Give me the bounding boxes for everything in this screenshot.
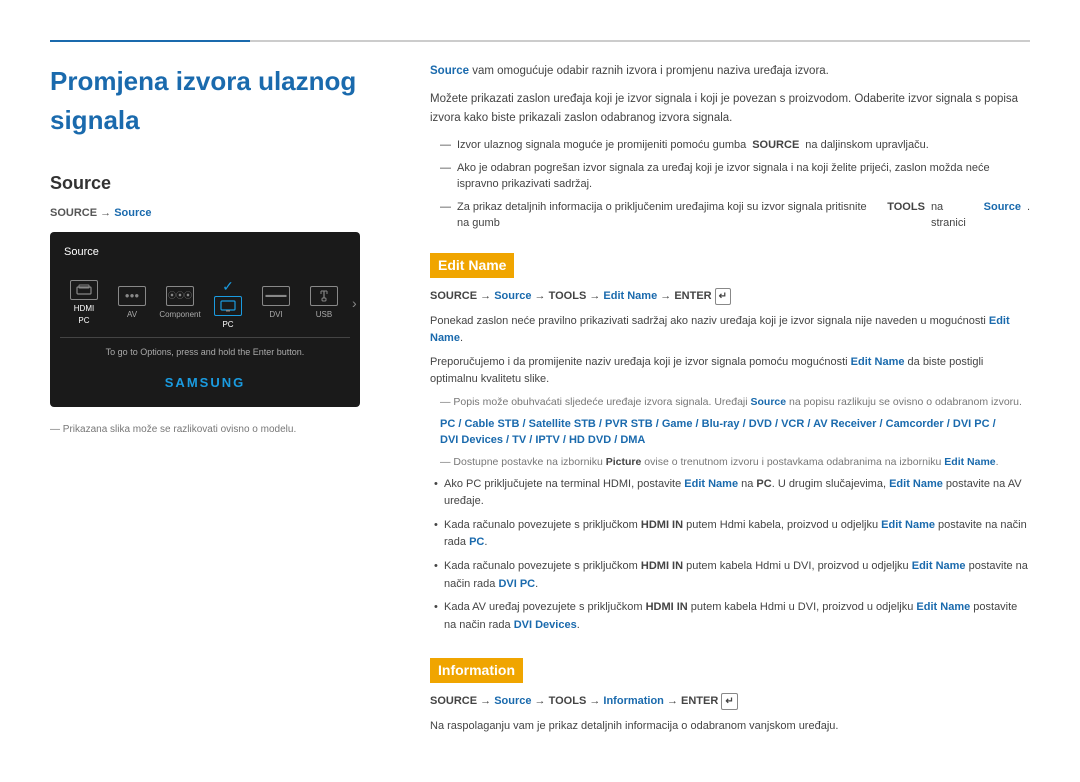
edit-name-ref-4: Edit Name	[684, 478, 738, 490]
hdmi-icon-shape	[70, 280, 98, 300]
tv-screen-header: Source	[60, 242, 350, 263]
intro-paragraph-1: Source vam omogućuje odabir raznih izvor…	[430, 62, 1030, 80]
information-path: SOURCE → Source → TOOLS → Information → …	[430, 693, 1030, 710]
page: Promjena izvora ulaznog signala Source S…	[0, 0, 1080, 782]
source-bold-intro: Source	[430, 65, 469, 77]
edit-name-ref-1: Edit Name	[430, 315, 1010, 345]
left-column: Promjena izvora ulaznog signala Source S…	[50, 62, 390, 742]
info-path-information: Information	[603, 695, 664, 707]
picture-note: Dostupne postavke na izborniku Picture o…	[430, 455, 1030, 471]
path-source: Source	[494, 290, 531, 302]
av-label: AV	[127, 309, 137, 321]
breadcrumb-prefix: SOURCE →	[50, 207, 114, 219]
breadcrumb: SOURCE → Source	[50, 205, 390, 222]
dvi-label: DVI	[269, 309, 282, 321]
edit-name-ref-6: Edit Name	[881, 519, 935, 531]
section-title: Source	[50, 170, 390, 197]
bullet-hdmi-3: Kada računalo povezujete s priključkom H…	[430, 558, 1030, 593]
hdmi-label: HDMIPC	[74, 303, 94, 327]
intro-paragraph-2: Možete prikazati zaslon uređaja koji je …	[430, 90, 1030, 127]
edit-name-ref-3: Edit Name	[944, 456, 995, 468]
tv-hint: To go to Options, press and hold the Ent…	[60, 338, 350, 368]
dvi-devices-ref: DVI Devices	[514, 619, 577, 631]
tv-icon-usb[interactable]: USB	[304, 286, 344, 321]
edit-name-body-2: Preporučujemo i da promijenite naziv ure…	[430, 354, 1030, 389]
left-footnote: Prikazana slika može se razlikovati ovis…	[50, 422, 390, 437]
selected-checkmark: ✓	[222, 276, 234, 297]
samsung-text: SAMSUNG	[165, 375, 245, 390]
av-icon-shape: ●●●	[118, 286, 146, 306]
bullet-source-2: Ako je odabran pogrešan izvor signala za…	[430, 160, 1030, 193]
component-icon-shape: ⦿⦿⦿	[166, 286, 194, 306]
dvi-icon-shape: ▬▬▬	[262, 286, 290, 306]
dvi-pc-ref: DVI PC	[498, 578, 535, 590]
edit-name-ref-7: Edit Name	[912, 560, 966, 572]
samsung-logo: SAMSUNG	[60, 368, 350, 398]
tv-icon-hdmi[interactable]: HDMIPC	[64, 280, 104, 327]
bullet-hdmi-4: Kada AV uređaj povezujete s priključkom …	[430, 599, 1030, 634]
bullet-hdmi-2: Kada računalo povezujete s priključkom H…	[430, 517, 1030, 552]
tv-icon-dvi[interactable]: ▬▬▬ DVI	[256, 286, 296, 321]
bullet-hdmi-1: Ako PC priključujete na terminal HDMI, p…	[430, 476, 1030, 511]
edit-name-ref-5: Edit Name	[889, 478, 943, 490]
top-decorative-line	[50, 40, 1030, 42]
edit-name-body-1: Ponekad zaslon neće pravilno prikazivati…	[430, 313, 1030, 348]
tv-icon-component[interactable]: ⦿⦿⦿ Component	[160, 286, 200, 321]
edit-name-heading: Edit Name	[430, 253, 514, 278]
page-title: Promjena izvora ulaznog signala	[50, 62, 390, 140]
bullet-source-3: Za prikaz detaljnih informacija o priklj…	[430, 199, 1030, 232]
information-heading: Information	[430, 658, 523, 683]
info-path-source: Source	[494, 695, 531, 707]
content-area: Promjena izvora ulaznog signala Source S…	[50, 62, 1030, 742]
bullet-source-1: Izvor ulaznog signala moguće je promijen…	[430, 137, 1030, 154]
path-editname: Edit Name	[603, 290, 657, 302]
pc-icon-shape	[214, 296, 242, 316]
source-note: Popis može obuhvaćati sljedeće uređaje i…	[430, 395, 1030, 411]
tv-chevron-right: ›	[352, 293, 357, 314]
breadcrumb-source: Source	[114, 207, 151, 219]
enter-icon: ↵	[715, 288, 731, 305]
tv-screen: Source HDMIPC ●●● AV	[50, 232, 360, 408]
component-label: Component	[159, 309, 200, 321]
right-column: Source vam omogućuje odabir raznih izvor…	[430, 62, 1030, 742]
intro-text-1: vam omogućuje odabir raznih izvora i pro…	[469, 65, 829, 77]
tv-icon-pc[interactable]: ✓ PC	[208, 276, 248, 331]
edit-name-ref-8: Edit Name	[916, 601, 970, 613]
source-list: PC / Cable STB / Satellite STB / PVR STB…	[430, 416, 1030, 449]
edit-name-path: SOURCE → Source → TOOLS → Edit Name → EN…	[430, 288, 1030, 305]
usb-label: USB	[316, 309, 332, 321]
pc-label: PC	[222, 319, 233, 331]
tv-icons-row: HDMIPC ●●● AV ⦿⦿⦿ Component	[60, 270, 350, 338]
usb-icon-shape	[310, 286, 338, 306]
pc-ref-1: PC	[469, 536, 484, 548]
edit-name-ref-2: Edit Name	[851, 356, 905, 368]
source-ref-note: Source	[751, 396, 787, 408]
information-body: Na raspolaganju vam je prikaz detaljnih …	[430, 718, 1030, 736]
tv-icon-av[interactable]: ●●● AV	[112, 286, 152, 321]
enter-icon-2: ↵	[721, 693, 737, 710]
